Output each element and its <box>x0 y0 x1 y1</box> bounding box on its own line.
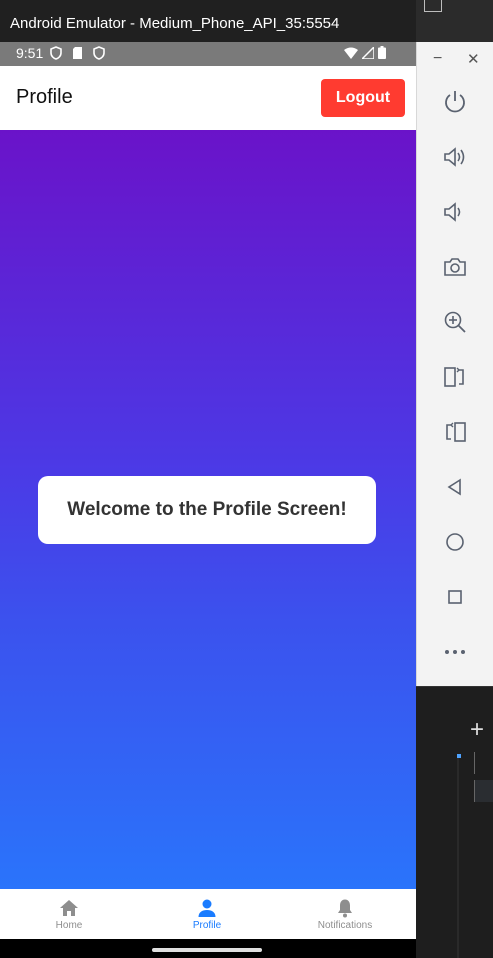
volume-down-icon <box>444 202 461 222</box>
power-icon <box>445 91 465 113</box>
status-system-icons <box>344 46 386 59</box>
app-header: Profile Logout <box>0 66 416 130</box>
screen: Android Emulator - Medium_Phone_API_35:5… <box>0 0 493 958</box>
volume-up-button[interactable] <box>439 141 471 173</box>
volume-down-button[interactable] <box>439 196 471 228</box>
back-button[interactable] <box>439 471 471 503</box>
home-icon <box>60 900 78 916</box>
back-icon <box>447 478 461 496</box>
tab-label: Profile <box>192 920 222 931</box>
person-icon <box>198 899 216 917</box>
status-notification-icons <box>50 46 105 60</box>
overview-icon <box>448 590 462 604</box>
tab-label: Notifications <box>317 920 373 931</box>
logout-button[interactable]: Logout <box>321 79 405 117</box>
ide-gutter-marker <box>457 754 461 758</box>
tab-label: Home <box>55 920 83 931</box>
ide-gutter <box>457 754 459 958</box>
shield-icon <box>93 46 105 60</box>
camera-icon <box>444 258 466 276</box>
screenshot-button[interactable] <box>439 251 471 283</box>
status-bar: 9:51 <box>0 42 416 66</box>
minimize-button[interactable]: − <box>433 50 447 70</box>
page-title: Profile <box>16 86 73 108</box>
tab-notifications[interactable]: Notifications <box>276 889 414 939</box>
bell-icon <box>338 899 352 918</box>
signal-icon <box>362 46 374 59</box>
wifi-icon <box>344 47 358 59</box>
emulator-toolbar: − ✕ <box>416 42 493 686</box>
more-icon <box>445 650 465 654</box>
window-title: Android Emulator - Medium_Phone_API_35:5… <box>10 15 340 32</box>
add-icon[interactable]: + <box>470 716 490 743</box>
background-window-icon <box>424 0 442 12</box>
status-time: 9:51 <box>16 45 44 61</box>
zoom-button[interactable] <box>439 306 471 338</box>
tab-profile[interactable]: Profile <box>138 889 276 939</box>
home-icon <box>446 533 464 551</box>
overview-button[interactable] <box>439 581 471 613</box>
bottom-tab-bar: Home Profile Notifications <box>0 889 416 939</box>
rotate-right-button[interactable] <box>439 416 471 448</box>
zoom-icon <box>444 311 466 333</box>
phone-screen: 9:51 Profile Logout Welcome to the Profi… <box>0 42 416 958</box>
rotate-right-icon <box>446 422 466 442</box>
shield-icon <box>50 46 62 60</box>
welcome-text: Welcome to the Profile Screen! <box>67 499 347 520</box>
ide-list-item[interactable] <box>474 752 493 774</box>
ide-list-item[interactable] <box>474 780 493 802</box>
rotate-left-button[interactable] <box>439 361 471 393</box>
home-button[interactable] <box>439 526 471 558</box>
close-button[interactable]: ✕ <box>467 50 481 70</box>
battery-icon <box>378 46 386 59</box>
emulator-title-bar: Android Emulator - Medium_Phone_API_35:5… <box>0 0 416 42</box>
tab-home[interactable]: Home <box>0 889 138 939</box>
volume-up-icon <box>444 147 465 167</box>
sd-card-icon <box>73 47 82 59</box>
welcome-card: Welcome to the Profile Screen! <box>38 476 376 544</box>
power-button[interactable] <box>439 86 471 118</box>
home-gesture-handle[interactable] <box>152 948 262 952</box>
profile-content: Welcome to the Profile Screen! <box>0 130 416 889</box>
gesture-nav-bar <box>0 939 416 958</box>
rotate-left-icon <box>444 367 464 387</box>
more-button[interactable] <box>439 636 471 668</box>
